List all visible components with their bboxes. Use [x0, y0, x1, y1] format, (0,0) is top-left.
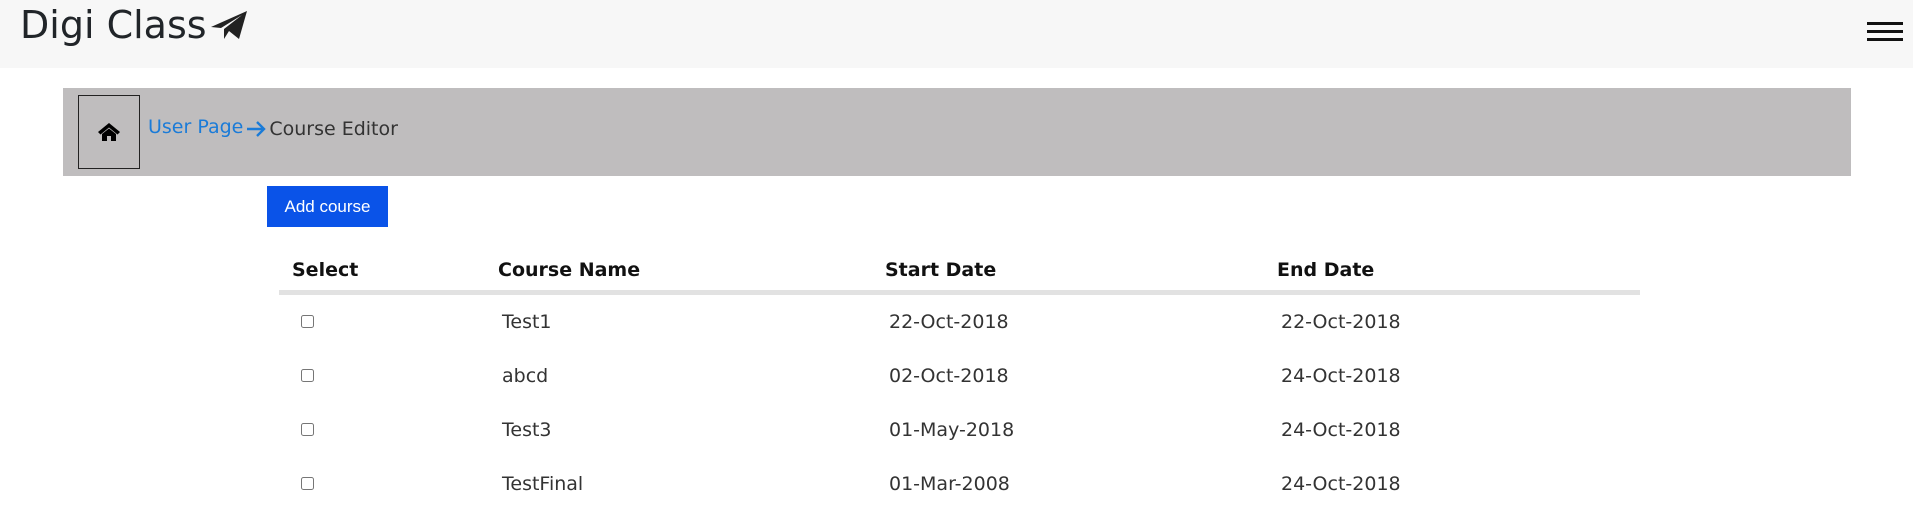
- select-cell: [279, 457, 485, 511]
- arrow-right-icon: [247, 121, 267, 137]
- hamburger-menu-icon[interactable]: [1867, 22, 1903, 48]
- top-navbar: Digi Class: [0, 0, 1913, 68]
- row-checkbox[interactable]: [301, 422, 314, 436]
- start-date-cell: 02-Oct-2018: [889, 365, 1009, 387]
- end-date-cell: 24-Oct-2018: [1281, 473, 1401, 495]
- table-row: Test3 01-May-2018 24-Oct-2018: [279, 403, 1640, 457]
- course-name-cell: TestFinal: [502, 473, 584, 495]
- breadcrumb: User Page Course Editor: [63, 88, 1851, 176]
- column-header-start-date: Start Date: [872, 250, 1264, 295]
- end-date-cell: 22-Oct-2018: [1281, 311, 1401, 333]
- breadcrumb-link-user-page[interactable]: User Page: [148, 116, 243, 138]
- course-name-cell: Test3: [502, 419, 552, 441]
- table-row: Test1 22-Oct-2018 22-Oct-2018: [279, 293, 1640, 350]
- select-cell: [279, 293, 485, 350]
- row-checkbox[interactable]: [301, 476, 314, 490]
- column-header-end-date: End Date: [1264, 250, 1640, 295]
- end-date-cell: 24-Oct-2018: [1281, 365, 1401, 387]
- select-cell: [279, 403, 485, 457]
- add-course-button[interactable]: Add course: [267, 186, 388, 227]
- table-header-row: Select Course Name Start Date End Date: [279, 250, 1640, 295]
- column-header-course-name: Course Name: [485, 250, 872, 295]
- table-row: abcd 02-Oct-2018 24-Oct-2018: [279, 349, 1640, 403]
- select-cell: [279, 349, 485, 403]
- paper-plane-icon: [210, 11, 247, 39]
- end-date-cell: 24-Oct-2018: [1281, 419, 1401, 441]
- brand-logo[interactable]: Digi Class: [20, 3, 249, 47]
- row-checkbox[interactable]: [301, 314, 314, 328]
- start-date-cell: 01-Mar-2008: [889, 473, 1010, 495]
- brand-name: Digi Class: [20, 3, 207, 47]
- column-header-select: Select: [279, 250, 485, 295]
- course-name-cell: Test1: [502, 311, 552, 333]
- start-date-cell: 22-Oct-2018: [889, 311, 1009, 333]
- breadcrumb-current: Course Editor: [269, 118, 398, 140]
- home-icon: [98, 123, 120, 141]
- home-button[interactable]: [78, 95, 140, 169]
- table-row: TestFinal 01-Mar-2008 24-Oct-2018: [279, 457, 1640, 511]
- start-date-cell: 01-May-2018: [889, 419, 1015, 441]
- breadcrumb-trail: User Page Course Editor: [148, 116, 398, 140]
- row-checkbox[interactable]: [301, 368, 314, 382]
- course-table: Select Course Name Start Date End Date T…: [279, 250, 1640, 511]
- course-name-cell: abcd: [502, 365, 549, 387]
